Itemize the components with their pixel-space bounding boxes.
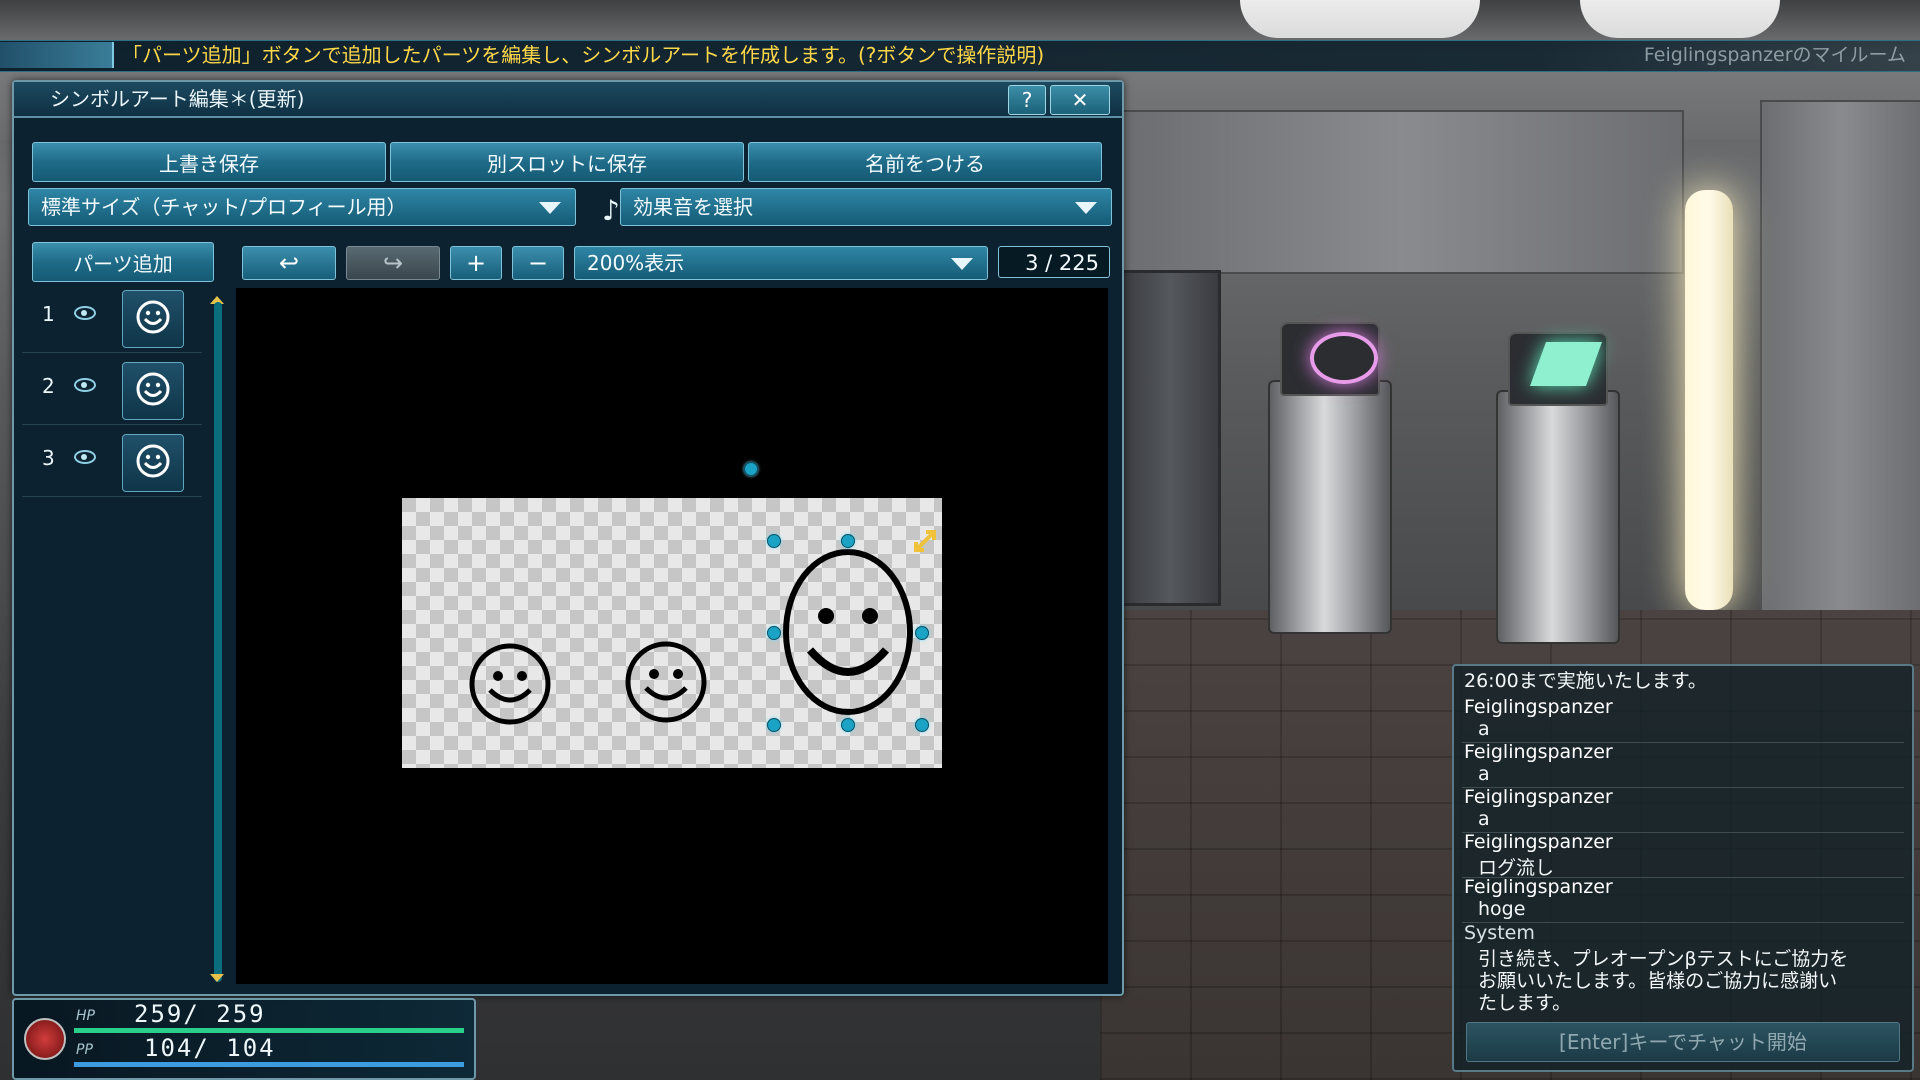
zoom-select[interactable]: 200%表示: [574, 246, 988, 280]
chevron-down-icon: [951, 258, 973, 270]
chevron-down-icon: [1075, 202, 1097, 214]
visibility-eye-icon[interactable]: [74, 306, 96, 320]
smiley-icon[interactable]: [624, 640, 708, 724]
symbol-art-editor-window: シンボルアート編集＊(更新) ? ✕ 上書き保存 別スロットに保存 名前をつける…: [12, 80, 1124, 996]
status-panel: HP 259/ 259 PP 104/ 104: [12, 998, 476, 1080]
resize-handle[interactable]: [767, 718, 781, 732]
ceiling-light: [1580, 0, 1780, 38]
visibility-eye-icon[interactable]: [74, 450, 96, 464]
size-select[interactable]: 標準サイズ（チャット/プロフィール用）: [28, 188, 576, 226]
rotation-handle[interactable]: [744, 462, 758, 476]
green-hologram-icon: [1529, 342, 1603, 386]
chat-sender: Feiglingspanzer: [1464, 831, 1613, 853]
wall-panel: [1760, 100, 1920, 664]
chat-message: 26:00まで実施いたします。: [1464, 670, 1707, 692]
visibility-eye-icon[interactable]: [74, 378, 96, 392]
part-number: 3: [42, 446, 55, 470]
sound-effect-select[interactable]: 効果音を選択: [620, 188, 1112, 226]
transparent-art-area[interactable]: [402, 498, 942, 768]
smiley-icon: [122, 362, 184, 420]
zoom-select-value: 200%表示: [587, 251, 685, 275]
resize-handle[interactable]: [767, 534, 781, 548]
scroll-down-icon[interactable]: [210, 974, 224, 982]
resize-handle[interactable]: [915, 626, 929, 640]
close-button[interactable]: ✕: [1050, 85, 1110, 115]
smiley-icon: [122, 290, 184, 348]
chat-message: a: [1478, 718, 1490, 740]
chat-sender: Feiglingspanzer: [1464, 876, 1613, 898]
chat-sender: Feiglingspanzer: [1464, 741, 1613, 763]
undo-button[interactable]: ↩: [242, 246, 336, 280]
list-item[interactable]: 3: [22, 430, 202, 497]
room-door: [1120, 270, 1221, 606]
size-select-value: 標準サイズ（チャット/プロフィール用）: [41, 195, 407, 219]
chat-sender: Feiglingspanzer: [1464, 786, 1613, 808]
chat-message: a: [1478, 808, 1490, 830]
pp-label: PP: [76, 1042, 93, 1058]
parts-scrollbar[interactable]: [214, 302, 222, 982]
sound-effect-select-value: 効果音を選択: [633, 195, 753, 219]
chat-sender-system: System: [1464, 922, 1535, 944]
parts-list: 1 2 3: [22, 286, 210, 976]
art-canvas[interactable]: [236, 288, 1108, 984]
pink-hologram-icon: [1310, 332, 1378, 384]
resize-handle[interactable]: [915, 718, 929, 732]
ceiling-light: [1240, 0, 1480, 38]
chevron-down-icon: [539, 202, 561, 214]
smiley-icon: [122, 434, 184, 492]
window-title: シンボルアート編集＊(更新): [50, 87, 305, 111]
save-other-slot-button[interactable]: 別スロットに保存: [390, 142, 744, 182]
name-button[interactable]: 名前をつける: [748, 142, 1102, 182]
chat-sender: Feiglingspanzer: [1464, 696, 1613, 718]
pp-value: 104/ 104: [144, 1034, 276, 1062]
chat-message: hoge: [1478, 898, 1526, 920]
zoom-in-button[interactable]: +: [450, 246, 502, 280]
wall-panel: [1120, 110, 1684, 274]
list-item[interactable]: 2: [22, 358, 202, 425]
rotate-handle-icon[interactable]: [912, 528, 938, 554]
resize-handle[interactable]: [841, 534, 855, 548]
list-item[interactable]: 1: [22, 286, 202, 353]
info-message: 「パーツ追加」ボタンで追加したパーツを編集し、シンボルアートを作成します。(?ボ…: [122, 43, 1045, 67]
chat-message: a: [1478, 763, 1490, 785]
class-emblem-icon: [24, 1018, 66, 1060]
window-titlebar: シンボルアート編集＊(更新) ? ✕: [14, 82, 1122, 118]
hp-bar: [74, 1028, 464, 1033]
terminal-machine-pink: [1268, 322, 1392, 634]
chat-log-panel: 26:00まで実施いたします。 Feiglingspanzer a Feigli…: [1452, 664, 1914, 1072]
terminal-machine-green: [1496, 332, 1620, 644]
redo-button[interactable]: ↪: [346, 246, 440, 280]
smiley-icon[interactable]: [468, 642, 552, 726]
resize-handle[interactable]: [767, 626, 781, 640]
pp-bar: [74, 1062, 464, 1067]
hp-label: HP: [76, 1008, 95, 1024]
smiley-icon[interactable]: [780, 546, 916, 718]
wall-light: [1685, 190, 1733, 610]
overwrite-save-button[interactable]: 上書き保存: [32, 142, 386, 182]
resize-handle[interactable]: [841, 718, 855, 732]
hp-value: 259/ 259: [134, 1000, 266, 1028]
chat-input[interactable]: [Enter]キーでチャット開始: [1466, 1022, 1900, 1062]
part-counter: 3 / 225: [998, 246, 1110, 278]
game-logo: [0, 42, 114, 68]
zoom-out-button[interactable]: −: [512, 246, 564, 280]
room-title: Feiglingspanzerのマイルーム: [1643, 44, 1906, 66]
part-number: 1: [42, 302, 55, 326]
add-parts-button[interactable]: パーツ追加: [32, 242, 214, 282]
chat-message: たします。: [1478, 992, 1572, 1014]
help-button[interactable]: ?: [1008, 85, 1046, 115]
music-note-icon: ♪: [602, 194, 620, 227]
part-number: 2: [42, 374, 55, 398]
